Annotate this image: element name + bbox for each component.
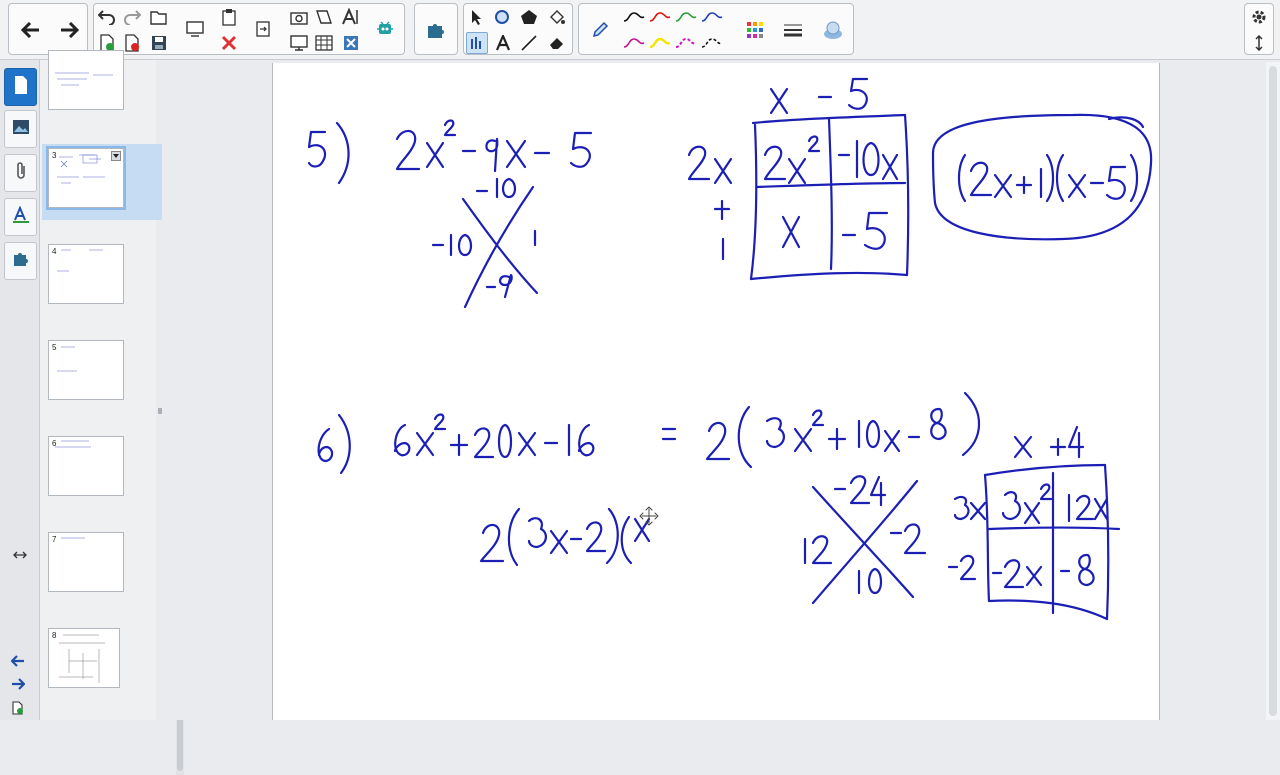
pen-magenta-icon[interactable]	[623, 32, 645, 54]
page-number: 3	[52, 151, 57, 160]
delete-page-icon[interactable]	[121, 32, 143, 54]
canvas-scrollbar[interactable]	[1266, 62, 1280, 720]
color-palette-icon[interactable]	[737, 8, 773, 52]
page-thumbnail[interactable]: 6	[48, 436, 124, 496]
fill-icon[interactable]	[546, 6, 568, 28]
page-sorter-icon	[13, 75, 29, 100]
screen-capture-icon[interactable]	[184, 18, 206, 40]
close-box-icon[interactable]	[340, 32, 362, 54]
forward-arrow-icon[interactable]	[51, 8, 87, 52]
whiteboard-page[interactable]	[272, 63, 1160, 720]
gallery-icon	[12, 119, 30, 140]
pen-dashed-black-icon[interactable]	[701, 32, 723, 54]
pen-icon[interactable]	[582, 8, 618, 52]
canvas-scrollbar-thumb[interactable]	[1269, 66, 1277, 716]
pen-tool-icon[interactable]	[466, 32, 488, 54]
settings-group	[1244, 3, 1274, 55]
text-icon[interactable]	[492, 32, 514, 54]
page-number: 5	[52, 343, 57, 352]
page-number: 4	[52, 247, 57, 256]
tab-properties[interactable]	[4, 198, 37, 236]
settings-icon[interactable]	[1248, 6, 1270, 28]
open-file-icon[interactable]	[148, 6, 170, 28]
line-icon[interactable]	[518, 32, 540, 54]
page-thumbnail[interactable]: 4	[48, 244, 124, 304]
highlighter-yellow-icon[interactable]	[649, 32, 671, 54]
page-thumbnail[interactable]: 5	[48, 340, 124, 400]
paste-icon[interactable]	[218, 6, 240, 28]
page-thumbnail[interactable]: 8	[48, 628, 120, 688]
add-page-icon[interactable]	[7, 697, 29, 719]
select-icon[interactable]	[466, 6, 488, 28]
tools-group	[463, 3, 573, 55]
workspace	[162, 60, 1280, 720]
save-icon[interactable]	[148, 32, 170, 54]
clear-page-icon[interactable]	[218, 32, 240, 54]
page-thumbnail[interactable]: 7	[48, 532, 124, 592]
addons-group	[414, 3, 458, 55]
pen-red-icon[interactable]	[649, 6, 671, 28]
polygon-icon[interactable]	[518, 6, 540, 28]
previous-page-icon[interactable]	[7, 650, 29, 672]
text-tool-icon[interactable]	[340, 6, 362, 28]
redo-icon[interactable]	[121, 6, 143, 28]
fill-effects-icon[interactable]	[815, 8, 851, 52]
pen-dashed-magenta-icon[interactable]	[675, 32, 697, 54]
properties-icon	[12, 204, 30, 229]
addon-icon[interactable]	[374, 18, 396, 40]
resize-sidebar-icon[interactable]	[9, 544, 31, 566]
page-number: 7	[52, 535, 57, 544]
full-screen-icon[interactable]	[252, 18, 274, 40]
pen-properties-group	[578, 3, 854, 55]
sidebar-tabs	[0, 60, 40, 720]
shapes-icon[interactable]	[492, 6, 514, 28]
handwritten-ink	[307, 77, 1153, 621]
addons-icon	[12, 250, 30, 273]
page-sorter: 3 4 5 6 7 8	[40, 50, 184, 775]
undo-icon[interactable]	[96, 6, 118, 28]
eraser-icon[interactable]	[546, 32, 568, 54]
nav-group	[8, 3, 88, 55]
page-thumbnail-selected[interactable]: 3	[46, 146, 126, 210]
tab-attachments[interactable]	[4, 154, 37, 192]
camera-icon[interactable]	[288, 6, 310, 28]
page-number: 8	[52, 631, 57, 640]
page-menu-dropdown-icon[interactable]	[111, 151, 121, 161]
pen-black-icon[interactable]	[623, 6, 645, 28]
next-page-icon[interactable]	[7, 673, 29, 695]
tab-gallery[interactable]	[4, 110, 37, 148]
attachments-icon	[14, 161, 28, 186]
pen-blue-icon[interactable]	[701, 6, 723, 28]
table-icon[interactable]	[313, 32, 335, 54]
screen-shade-icon[interactable]	[313, 6, 335, 28]
edit-group	[93, 3, 405, 55]
page-number: 6	[52, 439, 57, 448]
puzzle-icon[interactable]	[418, 8, 454, 52]
tab-page-sorter[interactable]	[4, 68, 37, 106]
page-thumbnail[interactable]	[48, 50, 124, 110]
tab-addons[interactable]	[4, 242, 37, 280]
expand-icon[interactable]	[1248, 32, 1270, 54]
pen-green-icon[interactable]	[675, 6, 697, 28]
back-arrow-icon[interactable]	[13, 8, 49, 52]
line-style-icon[interactable]	[775, 8, 811, 52]
main-toolbar	[0, 0, 1280, 60]
document-camera-icon[interactable]	[288, 32, 310, 54]
